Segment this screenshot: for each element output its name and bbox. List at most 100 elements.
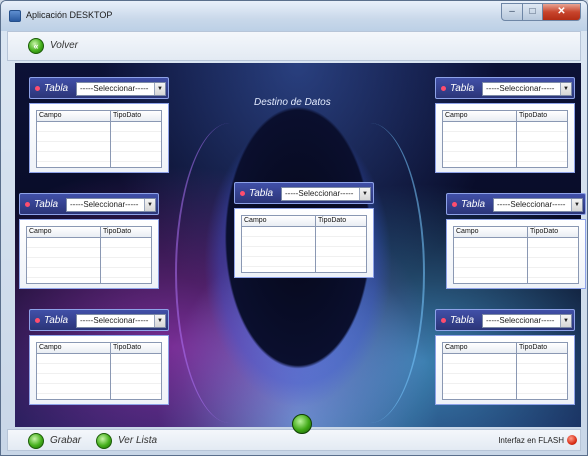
app-icon	[9, 10, 21, 22]
grid-header: Campo TipoDato	[443, 111, 567, 122]
table-select[interactable]: -----Seleccionar----- ▼	[76, 314, 166, 328]
col-campo[interactable]: Campo	[242, 216, 316, 226]
fields-grid[interactable]: Campo TipoDato	[36, 110, 162, 168]
maximize-button[interactable]: □	[523, 3, 543, 21]
col-campo[interactable]: Campo	[27, 227, 101, 237]
col-campo[interactable]: Campo	[37, 343, 111, 353]
fields-grid[interactable]: Campo TipoDato	[442, 110, 568, 168]
panel-body: Campo TipoDato	[435, 103, 575, 173]
bullet-icon	[240, 191, 245, 196]
panel-header: Tabla -----Seleccionar----- ▼	[435, 77, 575, 99]
col-campo[interactable]: Campo	[454, 227, 528, 237]
col-campo[interactable]: Campo	[443, 111, 517, 121]
dropdown-arrow-icon[interactable]: ▼	[144, 199, 155, 211]
ver-lista-button[interactable]: Ver Lista	[118, 435, 157, 446]
col-campo[interactable]: Campo	[443, 343, 517, 353]
panel-body: Campo TipoDato	[29, 335, 169, 405]
flash-orb-icon	[567, 435, 577, 445]
grid-column	[111, 122, 161, 167]
top-toolbar: « Volver	[7, 31, 581, 61]
fields-grid[interactable]: Campo TipoDato	[36, 342, 162, 400]
col-tipodato[interactable]: TipoDato	[111, 111, 161, 121]
col-tipodato[interactable]: TipoDato	[316, 216, 366, 226]
grid-rows[interactable]	[242, 227, 366, 272]
panel-header: Tabla -----Seleccionar----- ▼	[19, 193, 159, 215]
grid-column	[37, 354, 111, 399]
grid-header: Campo TipoDato	[242, 216, 366, 227]
tabla-label: Tabla	[249, 188, 274, 199]
center-orb-icon[interactable]	[292, 414, 312, 434]
select-value: -----Seleccionar-----	[80, 316, 149, 325]
col-tipodato[interactable]: TipoDato	[528, 227, 578, 237]
grid-column	[316, 227, 366, 272]
bullet-icon	[452, 202, 457, 207]
fields-grid[interactable]: Campo TipoDato	[26, 226, 152, 284]
grid-column	[27, 238, 101, 283]
ver-lista-orb-icon[interactable]	[96, 433, 112, 449]
tabla-label: Tabla	[44, 83, 69, 94]
app-window: Aplicación DESKTOP – □ ✕ « Volver Destin…	[0, 0, 588, 456]
tabla-label: Tabla	[450, 315, 475, 326]
col-tipodato[interactable]: TipoDato	[517, 111, 567, 121]
fields-grid[interactable]: Campo TipoDato	[241, 215, 367, 273]
col-tipodato[interactable]: TipoDato	[517, 343, 567, 353]
dropdown-arrow-icon[interactable]: ▼	[359, 188, 370, 200]
destino-title: Destino de Datos	[254, 97, 331, 108]
bullet-icon	[441, 318, 446, 323]
grabar-button[interactable]: Grabar	[50, 435, 81, 446]
grid-rows[interactable]	[443, 122, 567, 167]
grid-column	[443, 354, 517, 399]
table-panel: Tabla -----Seleccionar----- ▼ Campo TipoDa…	[19, 193, 159, 289]
grid-column	[443, 122, 517, 167]
grid-header: Campo TipoDato	[454, 227, 578, 238]
dropdown-arrow-icon[interactable]: ▼	[571, 199, 582, 211]
table-select[interactable]: -----Seleccionar----- ▼	[482, 314, 572, 328]
grid-column	[454, 238, 528, 283]
dropdown-arrow-icon[interactable]: ▼	[154, 315, 165, 327]
back-arrow-icon[interactable]: «	[28, 38, 44, 54]
table-select[interactable]: -----Seleccionar----- ▼	[66, 198, 156, 212]
col-campo[interactable]: Campo	[37, 111, 111, 121]
table-select[interactable]: -----Seleccionar----- ▼	[482, 82, 572, 96]
table-panel: Tabla -----Seleccionar----- ▼ Campo TipoDa…	[435, 77, 575, 173]
grid-rows[interactable]	[443, 354, 567, 399]
tabla-label: Tabla	[461, 199, 486, 210]
panel-body: Campo TipoDato	[446, 219, 586, 289]
select-value: -----Seleccionar-----	[486, 316, 555, 325]
grid-column	[242, 227, 316, 272]
panel-body: Campo TipoDato	[234, 208, 374, 278]
tabla-label: Tabla	[450, 83, 475, 94]
select-value: -----Seleccionar-----	[486, 84, 555, 93]
col-tipodato[interactable]: TipoDato	[111, 343, 161, 353]
grid-column	[111, 354, 161, 399]
bullet-icon	[441, 86, 446, 91]
select-value: -----Seleccionar-----	[80, 84, 149, 93]
table-select[interactable]: -----Seleccionar----- ▼	[493, 198, 583, 212]
panel-header: Tabla -----Seleccionar----- ▼	[234, 182, 374, 204]
grid-rows[interactable]	[454, 238, 578, 283]
dropdown-arrow-icon[interactable]: ▼	[560, 315, 571, 327]
grid-rows[interactable]	[37, 122, 161, 167]
table-select[interactable]: -----Seleccionar----- ▼	[76, 82, 166, 96]
table-panel: Tabla -----Seleccionar----- ▼ Campo TipoDa…	[29, 77, 169, 173]
grid-rows[interactable]	[37, 354, 161, 399]
select-value: -----Seleccionar-----	[285, 189, 354, 198]
select-value: -----Seleccionar-----	[70, 200, 139, 209]
grabar-orb-icon[interactable]	[28, 433, 44, 449]
grid-column	[101, 238, 151, 283]
grid-column	[517, 354, 567, 399]
close-button[interactable]: ✕	[543, 3, 581, 21]
select-value: -----Seleccionar-----	[497, 200, 566, 209]
grid-column	[517, 122, 567, 167]
table-select[interactable]: -----Seleccionar----- ▼	[281, 187, 371, 201]
minimize-button[interactable]: –	[501, 3, 523, 21]
table-panel: Tabla -----Seleccionar----- ▼ Campo TipoDa…	[435, 309, 575, 405]
fields-grid[interactable]: Campo TipoDato	[442, 342, 568, 400]
dropdown-arrow-icon[interactable]: ▼	[154, 83, 165, 95]
grid-rows[interactable]	[27, 238, 151, 283]
dropdown-arrow-icon[interactable]: ▼	[560, 83, 571, 95]
tabla-label: Tabla	[34, 199, 59, 210]
fields-grid[interactable]: Campo TipoDato	[453, 226, 579, 284]
volver-button[interactable]: Volver	[50, 40, 78, 51]
col-tipodato[interactable]: TipoDato	[101, 227, 151, 237]
